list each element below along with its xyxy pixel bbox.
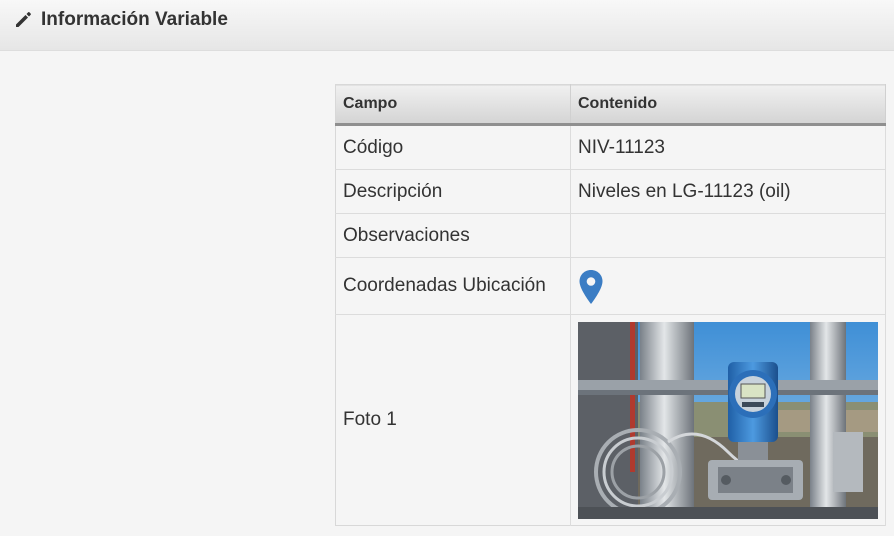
field-value: Niveles en LG-11123 (oil) [570, 169, 886, 214]
field-label: Observaciones [335, 213, 571, 258]
table-header-row: Campo Contenido [335, 84, 886, 126]
map-marker-icon[interactable] [578, 269, 604, 305]
table-row-foto: Foto 1 [335, 314, 886, 526]
field-value [570, 257, 886, 315]
field-value [570, 314, 886, 526]
table-row-coordenadas: Coordenadas Ubicación [335, 257, 886, 315]
column-header-campo: Campo [335, 84, 571, 126]
panel-title: Información Variable [41, 9, 228, 30]
table-row-codigo: Código NIV-11123 [335, 124, 886, 170]
table-row-descripcion: Descripción Niveles en LG-11123 (oil) [335, 169, 886, 214]
table-row-observaciones: Observaciones [335, 213, 886, 258]
field-value [570, 213, 886, 258]
info-table: Campo Contenido Código NIV-11123 Descrip… [335, 84, 886, 526]
level-transmitter-photo[interactable] [578, 321, 878, 519]
field-label: Descripción [335, 169, 571, 214]
panel-header: Información Variable [0, 0, 894, 51]
field-label: Coordenadas Ubicación [335, 257, 571, 315]
field-label: Código [335, 124, 571, 170]
column-header-contenido: Contenido [570, 84, 886, 126]
field-label: Foto 1 [335, 314, 571, 526]
pencil-icon [16, 12, 31, 27]
field-value: NIV-11123 [570, 124, 886, 170]
